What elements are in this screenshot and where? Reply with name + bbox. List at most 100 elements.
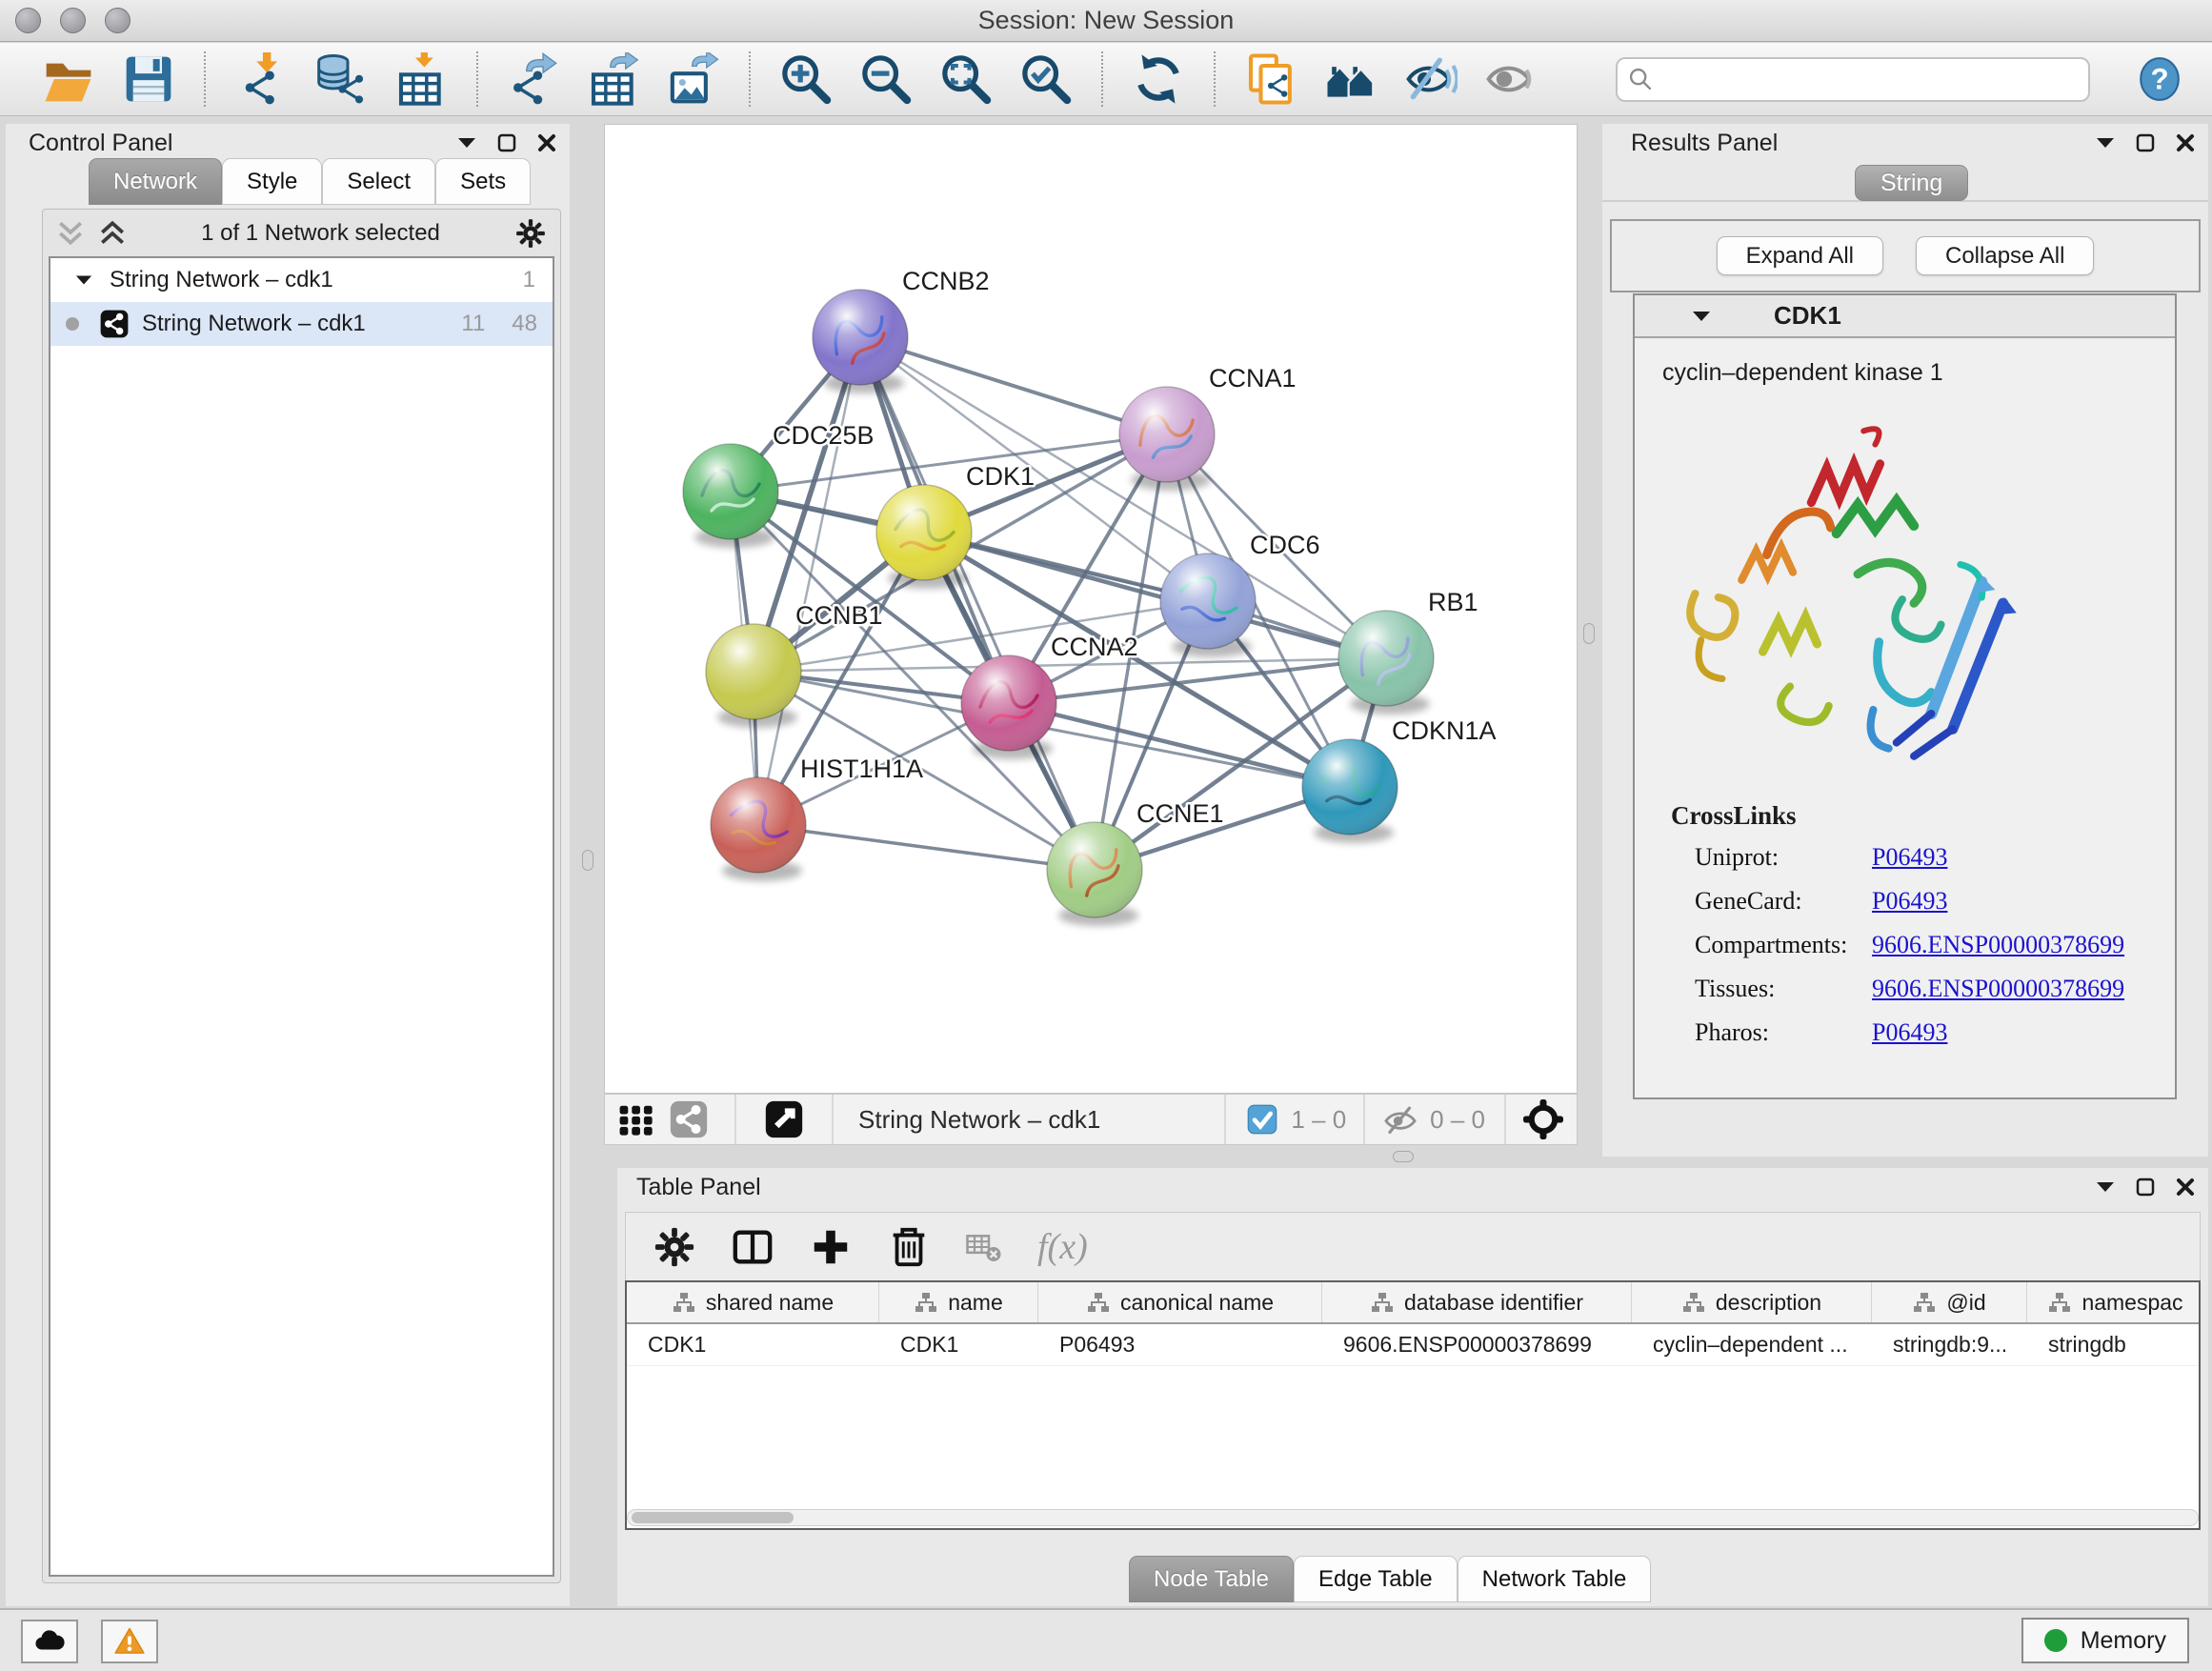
zoom-in-button[interactable] [777,50,835,109]
export-image-button[interactable] [665,50,722,109]
zoom-window-icon[interactable] [105,8,131,33]
table-row[interactable]: CDK1CDK1P064939606.ENSP00000378699cyclin… [627,1324,2199,1366]
hidden-toggle[interactable] [1382,1101,1418,1137]
panel-close-icon[interactable] [2176,133,2195,152]
panel-menu-icon[interactable] [2096,137,2115,149]
zoom-fit-button[interactable] [937,50,995,109]
import-database-button[interactable] [312,50,370,109]
node-CDK1[interactable] [876,485,972,589]
table-cell[interactable]: CDK1 [627,1324,879,1365]
splitter-handle[interactable] [582,850,593,871]
delete-table-icon[interactable] [965,1225,1003,1269]
collapse-all-button[interactable]: Collapse All [1916,236,2094,275]
copy-share-button[interactable] [1242,50,1299,109]
export-table-button[interactable] [585,50,642,109]
home-button[interactable] [1322,50,1379,109]
node-CDKN1A[interactable] [1302,739,1398,843]
column-header-database-identifier[interactable]: database identifier [1322,1282,1632,1322]
tab-network[interactable]: Network [89,158,222,205]
memory-button[interactable]: Memory [2021,1618,2189,1663]
zoom-out-button[interactable] [857,50,915,109]
panel-float-icon[interactable] [2136,133,2155,152]
table-settings-gear-icon[interactable] [653,1225,696,1269]
table-cell[interactable]: CDK1 [879,1324,1038,1365]
column-header-shared-name[interactable]: shared name [627,1282,879,1322]
edge-CCNB2-CCNE1[interactable] [860,337,1095,870]
panel-menu-icon[interactable] [2096,1181,2115,1193]
add-column-icon[interactable] [809,1225,853,1269]
node-CCNB1[interactable] [706,624,801,728]
column-header-canonical-name[interactable]: canonical name [1038,1282,1322,1322]
delete-column-icon[interactable] [887,1225,931,1269]
panel-float-icon[interactable] [2136,1178,2155,1197]
tab-style[interactable]: Style [222,158,322,205]
edge-CCNB2-HIST1H1A[interactable] [758,337,860,825]
tab-network-table[interactable]: Network Table [1458,1556,1652,1602]
eye-button[interactable] [1482,50,1539,109]
search-input[interactable] [1616,57,2090,102]
warnings-button[interactable] [101,1620,158,1663]
table-cell[interactable]: cyclin–dependent ... [1632,1324,1872,1365]
crosslink-link[interactable]: 9606.ENSP00000378699 [1872,975,2124,1003]
crosslink-link[interactable]: P06493 [1872,1018,1947,1047]
column-header-description[interactable]: description [1632,1282,1872,1322]
column-header--id[interactable]: @id [1872,1282,2027,1322]
open-button[interactable] [40,50,97,109]
string-view-button[interactable] [670,1100,708,1138]
tab-string[interactable]: String [1855,165,1968,201]
table-cell[interactable]: 9606.ENSP00000378699 [1322,1324,1632,1365]
network-canvas[interactable]: CCNB2CCNA1CDC25BCDK1CDC6RB1CCNB1CCNA2CDK… [604,124,1578,1094]
crosslink-link[interactable]: P06493 [1872,887,1947,916]
node-CDC6[interactable] [1160,554,1256,657]
help-button[interactable]: ? [2136,55,2183,103]
grid-view-button[interactable] [618,1101,654,1137]
collection-expander-icon[interactable] [75,274,92,286]
refresh-button[interactable] [1130,50,1187,109]
panel-close-icon[interactable] [537,133,556,152]
save-button[interactable] [120,50,177,109]
network-options-gear-icon[interactable] [514,217,547,250]
splitter-handle[interactable] [1583,623,1595,644]
zoom-selected-button[interactable] [1017,50,1075,109]
node-RB1[interactable] [1338,611,1434,715]
fit-content-button[interactable] [1523,1099,1563,1139]
panel-float-icon[interactable] [497,133,516,152]
hscrollbar-thumb[interactable] [632,1512,794,1523]
crosslink-link[interactable]: P06493 [1872,843,1947,872]
tab-select[interactable]: Select [322,158,435,205]
table-hscrollbar[interactable] [627,1509,2199,1526]
close-window-icon[interactable] [15,8,41,33]
node-table[interactable]: shared namenamecanonical namedatabase id… [625,1280,2201,1530]
function-builder-icon[interactable]: f(x) [1037,1226,1088,1268]
tab-node-table[interactable]: Node Table [1129,1556,1294,1602]
node-CCNE1[interactable] [1047,822,1142,926]
hide-eye-button[interactable] [1402,50,1459,109]
panel-menu-icon[interactable] [457,137,476,149]
expand-all-button[interactable]: Expand All [1717,236,1883,275]
import-table-button[interactable] [392,50,450,109]
collapse-all-icon[interactable] [56,219,85,248]
splitter-handle[interactable] [1393,1151,1414,1162]
export-network-button[interactable] [505,50,562,109]
table-cell[interactable]: stringdb:9... [1872,1324,2027,1365]
column-header-namespac[interactable]: namespac [2027,1282,2201,1322]
column-header-name[interactable]: name [879,1282,1038,1322]
show-columns-icon[interactable] [731,1225,774,1269]
expand-all-icon[interactable] [98,219,127,248]
panel-close-icon[interactable] [2176,1178,2195,1197]
gene-section-header[interactable]: CDK1 [1635,295,2175,338]
edge-CCNA2-CDKN1A[interactable] [1009,703,1350,787]
section-expander-icon[interactable] [1692,311,1711,322]
node-HIST1H1A[interactable] [711,777,806,881]
birdseye-button[interactable] [765,1100,803,1138]
node-CCNA2[interactable] [961,655,1056,759]
table-cell[interactable]: stringdb [2027,1324,2201,1365]
tab-edge-table[interactable]: Edge Table [1294,1556,1458,1602]
node-CDC25B[interactable] [683,444,778,548]
minimize-window-icon[interactable] [60,8,86,33]
cloud-button[interactable] [21,1620,78,1663]
crosslink-link[interactable]: 9606.ENSP00000378699 [1872,931,2124,959]
import-network-button[interactable] [232,50,290,109]
table-cell[interactable]: P06493 [1038,1324,1322,1365]
network-collection-row[interactable]: String Network – cdk1 1 [50,258,553,302]
